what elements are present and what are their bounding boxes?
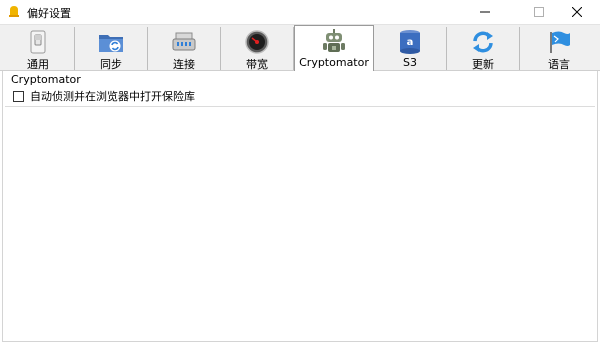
preferences-panel: Cryptomator 自动侦测并在浏览器中打开保险库 (2, 71, 598, 342)
amazon-s3-icon: a (400, 30, 420, 54)
auto-detect-vault-label[interactable]: 自动侦测并在浏览器中打开保险库 (30, 88, 195, 104)
tab-label: 同步 (100, 58, 122, 71)
tab-label: 带宽 (246, 58, 268, 71)
minimize-button[interactable] (462, 0, 508, 24)
tab-connection[interactable]: 连接 (148, 27, 221, 71)
tab-update[interactable]: 更新 (447, 27, 520, 71)
preferences-toolbar: 通用 同步 连接 带宽 Cryptomator a S3 更新 语言 (0, 24, 600, 72)
speed-gauge-icon (245, 30, 269, 54)
tab-cryptomator[interactable]: Cryptomator (294, 25, 374, 72)
tab-label: 连接 (173, 58, 195, 71)
tab-label: 更新 (472, 58, 494, 71)
tab-bandwidth[interactable]: 带宽 (221, 27, 294, 71)
group-title: Cryptomator (11, 73, 81, 86)
cryptomator-group: Cryptomator 自动侦测并在浏览器中打开保险库 (5, 72, 595, 107)
tab-label: S3 (403, 56, 417, 69)
network-connector-icon (172, 32, 196, 51)
title-bar: 偏好设置 (0, 0, 600, 24)
tab-sync[interactable]: 同步 (75, 27, 148, 71)
tab-s3[interactable]: a S3 (374, 27, 447, 70)
window-title: 偏好设置 (27, 7, 71, 20)
close-icon (572, 7, 582, 17)
sync-folder-icon (99, 35, 123, 52)
tab-label: Cryptomator (299, 56, 369, 69)
tab-general[interactable]: 通用 (2, 27, 75, 71)
switch-icon (30, 30, 46, 54)
update-arrows-icon (473, 31, 493, 53)
cryptomator-robot-icon (323, 29, 345, 52)
tab-label: 通用 (27, 58, 49, 71)
svg-text:a: a (407, 37, 414, 48)
app-bell-icon (9, 6, 19, 17)
auto-detect-vault-option[interactable]: 自动侦测并在浏览器中打开保险库 (13, 88, 195, 104)
tab-language[interactable]: 语言 (520, 27, 598, 71)
flag-icon (550, 31, 570, 53)
maximize-icon (534, 7, 544, 17)
minimize-icon (480, 11, 490, 13)
tab-label: 语言 (548, 58, 570, 71)
close-button[interactable] (554, 0, 600, 24)
auto-detect-vault-checkbox[interactable] (13, 90, 24, 102)
